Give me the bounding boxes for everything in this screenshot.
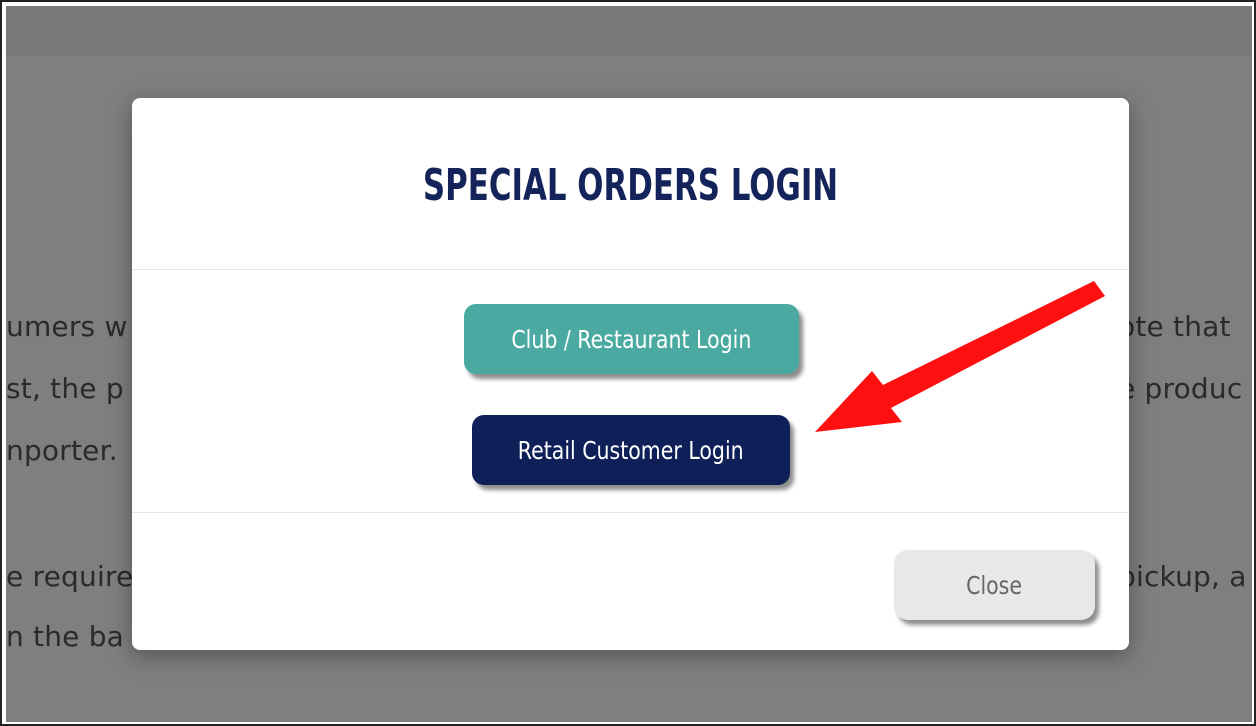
retail-customer-login-label: Retail Customer Login <box>518 435 744 465</box>
login-modal: SPECIAL ORDERS LOGIN Club / Restaurant L… <box>132 98 1129 650</box>
modal-title: SPECIAL ORDERS LOGIN <box>422 160 839 211</box>
club-restaurant-login-button[interactable]: Club / Restaurant Login <box>464 304 799 374</box>
club-restaurant-login-label: Club / Restaurant Login <box>511 324 752 354</box>
browser-viewport: umers w st, the p nporter. e require n t… <box>6 6 1252 722</box>
modal-footer-divider <box>132 512 1129 513</box>
close-button-label: Close <box>966 570 1023 600</box>
modal-header-divider <box>132 269 1129 270</box>
close-button[interactable]: Close <box>894 550 1095 620</box>
retail-customer-login-button[interactable]: Retail Customer Login <box>472 415 790 485</box>
